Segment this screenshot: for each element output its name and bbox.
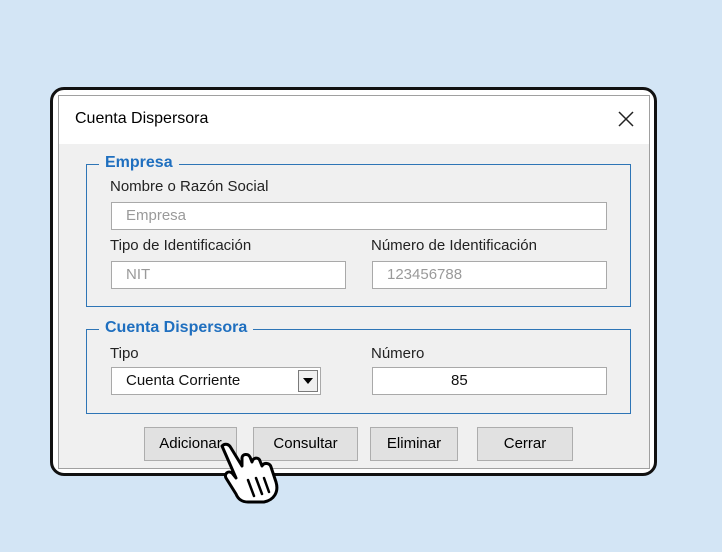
tipo-label: Tipo	[110, 345, 139, 362]
close-icon[interactable]	[611, 104, 641, 134]
tipo-select[interactable]: Cuenta Corriente	[111, 367, 321, 395]
title-bar: Cuenta Dispersora	[59, 96, 649, 144]
numero-identificacion-label: Número de Identificación	[371, 237, 537, 254]
numero-field[interactable]: 85	[372, 367, 607, 395]
nombre-field[interactable]: Empresa	[111, 202, 607, 230]
empresa-legend: Empresa	[99, 154, 179, 172]
numero-label: Número	[371, 345, 425, 362]
chevron-down-icon[interactable]	[298, 370, 318, 392]
nombre-label: Nombre o Razón Social	[110, 178, 269, 195]
numero-identificacion-field[interactable]: 123456788	[372, 261, 607, 289]
hand-pointer-icon	[212, 440, 284, 509]
cuenta-dispersora-legend: Cuenta Dispersora	[99, 319, 254, 337]
dialog-title: Cuenta Dispersora	[75, 110, 209, 127]
tipo-identificacion-label: Tipo de Identificación	[110, 237, 252, 254]
cerrar-button[interactable]: Cerrar	[477, 427, 573, 461]
tipo-select-value: Cuenta Corriente	[126, 372, 241, 389]
eliminar-button[interactable]: Eliminar	[370, 427, 458, 461]
cuenta-dispersora-dialog: Cuenta Dispersora Empresa Nombre o Razón…	[58, 95, 650, 469]
tipo-identificacion-field[interactable]: NIT	[111, 261, 346, 289]
